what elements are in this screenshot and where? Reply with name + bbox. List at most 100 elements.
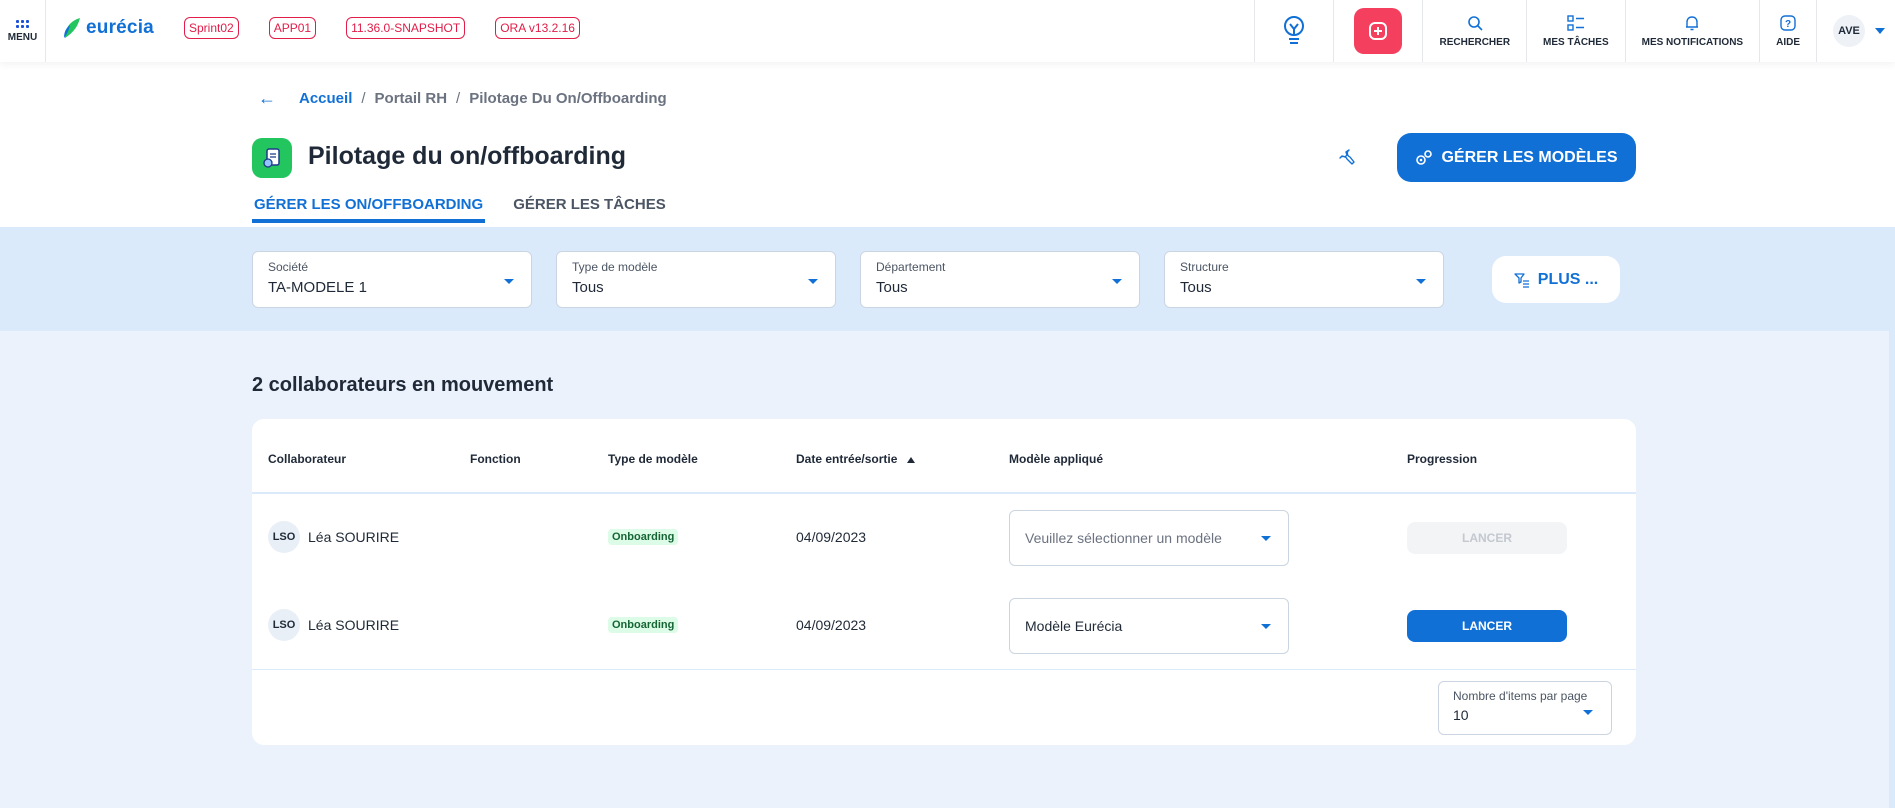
filter-label: Structure: [1180, 260, 1229, 274]
launch-button[interactable]: LANCER: [1407, 610, 1567, 642]
caret-down-icon: [1583, 710, 1593, 715]
column-header-function[interactable]: Fonction: [470, 452, 521, 466]
page-title: Pilotage du on/offboarding: [308, 142, 627, 170]
search-icon: [1467, 15, 1483, 31]
caret-down-icon: [1261, 624, 1271, 629]
avatar: LSO: [268, 521, 300, 553]
breadcrumb-section[interactable]: Portail RH: [375, 90, 448, 107]
caret-down-icon: [808, 279, 818, 284]
filter-value: Tous: [876, 279, 908, 296]
notifications-button[interactable]: MES NOTIFICATIONS: [1624, 0, 1759, 62]
leaf-icon: [64, 18, 80, 38]
items-per-page-label: Nombre d'items par page: [1453, 689, 1588, 703]
filter-list-icon: [1514, 272, 1529, 288]
lightbulb-icon: [1284, 16, 1305, 44]
items-per-page-select[interactable]: Nombre d'items par page 10: [1438, 681, 1612, 735]
breadcrumb: ← Accueil / Portail RH / Pilotage Du On/…: [258, 88, 667, 109]
settings-button[interactable]: [1338, 148, 1356, 171]
model-select-value: Veuillez sélectionner un modèle: [1025, 530, 1222, 546]
user-avatar: AVE: [1833, 15, 1865, 47]
model-type-filter[interactable]: Type de modèle Tous: [556, 251, 836, 308]
column-header-model-type[interactable]: Type de modèle: [608, 452, 698, 466]
breadcrumb-separator: /: [361, 90, 366, 107]
chevron-down-icon: [1875, 28, 1885, 34]
env-badge: ORA v13.2.16: [495, 17, 580, 39]
tab-bar: GÉRER LES ON/OFFBOARDING GÉRER LES TÂCHE…: [252, 196, 668, 223]
manage-models-button[interactable]: GÉRER LES MODÈLES: [1397, 133, 1636, 182]
column-header-applied-model[interactable]: Modèle appliqué: [1009, 452, 1103, 466]
collaborator-name: Léa SOURIRE: [308, 529, 400, 545]
help-button[interactable]: ? AIDE: [1759, 0, 1816, 62]
table-row-collaborator: LSO Léa SOURIRE: [268, 609, 399, 641]
more-filters-button[interactable]: PLUS ...: [1492, 256, 1620, 303]
help-icon: ?: [1780, 14, 1796, 31]
collaborator-name: Léa SOURIRE: [308, 617, 400, 633]
filter-value: TA-MODELE 1: [268, 279, 367, 296]
page-header: ← Accueil / Portail RH / Pilotage Du On/…: [0, 62, 1895, 227]
filter-label: Société: [268, 260, 309, 274]
search-label: RECHERCHER: [1439, 36, 1511, 48]
tasks-label: MES TÂCHES: [1543, 36, 1609, 48]
structure-filter[interactable]: Structure Tous: [1164, 251, 1444, 308]
menu-button[interactable]: MENU: [0, 0, 46, 62]
logo-text: eurécia: [86, 17, 154, 38]
table-row-collaborator: LSO Léa SOURIRE: [268, 521, 399, 553]
env-badge: APP01: [268, 17, 317, 39]
quick-create-button[interactable]: [1333, 0, 1422, 62]
caret-down-icon: [1112, 279, 1122, 284]
filter-value: Tous: [1180, 279, 1212, 296]
launch-button[interactable]: LANCER: [1407, 522, 1567, 554]
tab-tasks[interactable]: GÉRER LES TÂCHES: [511, 196, 668, 223]
model-select[interactable]: Modèle Eurécia: [1009, 598, 1289, 654]
wrench-icon: [1339, 149, 1355, 165]
date-cell: 04/09/2023: [796, 529, 867, 545]
app-logo[interactable]: eurécia: [62, 16, 154, 40]
caret-down-icon: [1261, 536, 1271, 541]
collaborators-table: Collaborateur Fonction Type de modèle Da…: [252, 419, 1636, 745]
model-select-value: Modèle Eurécia: [1025, 618, 1123, 634]
env-badge: Sprint02: [184, 17, 239, 39]
company-filter[interactable]: Société TA-MODELE 1: [252, 251, 532, 308]
breadcrumb-separator: /: [456, 90, 461, 107]
user-menu[interactable]: AVE: [1816, 0, 1895, 62]
tab-onoffboarding[interactable]: GÉRER LES ON/OFFBOARDING: [252, 196, 486, 223]
gears-icon: [1416, 149, 1433, 165]
caret-down-icon: [504, 279, 514, 284]
department-filter[interactable]: Département Tous: [860, 251, 1140, 308]
menu-label: MENU: [7, 31, 38, 43]
column-header-date-label: Date entrée/sortie: [796, 452, 898, 466]
sort-ascending-icon: [907, 456, 916, 463]
caret-down-icon: [1416, 279, 1426, 284]
model-select[interactable]: Veuillez sélectionner un modèle: [1009, 510, 1289, 566]
plus-icon: [1354, 8, 1403, 54]
search-button[interactable]: RECHERCHER: [1422, 0, 1526, 62]
header-divider: [252, 492, 1636, 494]
breadcrumb-current: Pilotage Du On/Offboarding: [469, 90, 667, 107]
date-cell: 04/09/2023: [796, 617, 867, 633]
column-header-collaborator[interactable]: Collaborateur: [268, 452, 346, 466]
ideas-button[interactable]: [1254, 0, 1333, 62]
tasks-button[interactable]: MES TÂCHES: [1526, 0, 1625, 62]
env-badges: Sprint02 APP01 11.36.0-SNAPSHOT ORA v13.…: [184, 17, 610, 39]
column-header-date[interactable]: Date entrée/sortie: [796, 452, 916, 466]
column-header-progression[interactable]: Progression: [1407, 452, 1477, 466]
filter-label: Département: [876, 260, 946, 274]
filter-label: Type de modèle: [572, 260, 658, 274]
scrollbar[interactable]: [1889, 227, 1895, 808]
top-bar: MENU eurécia Sprint02 APP01 11.36.0-SNAP…: [0, 0, 1895, 62]
items-per-page-value: 10: [1453, 707, 1469, 723]
back-arrow-icon[interactable]: ←: [258, 88, 276, 109]
grid-icon: [16, 19, 29, 28]
svg-text:?: ?: [1785, 19, 1791, 30]
filter-bar: Société TA-MODELE 1 Type de modèle Tous …: [0, 227, 1895, 331]
onboarding-icon: [252, 138, 292, 178]
bell-icon: [1686, 15, 1699, 30]
filter-value: Tous: [572, 279, 604, 296]
more-filters-label: PLUS ...: [1537, 270, 1599, 288]
avatar: LSO: [268, 609, 300, 641]
table-footer-divider: [252, 669, 1636, 670]
notifications-label: MES NOTIFICATIONS: [1641, 36, 1744, 48]
breadcrumb-home[interactable]: Accueil: [299, 90, 352, 107]
tasks-icon: [1567, 14, 1584, 31]
list-count-title: 2 collaborateurs en mouvement: [252, 374, 554, 396]
